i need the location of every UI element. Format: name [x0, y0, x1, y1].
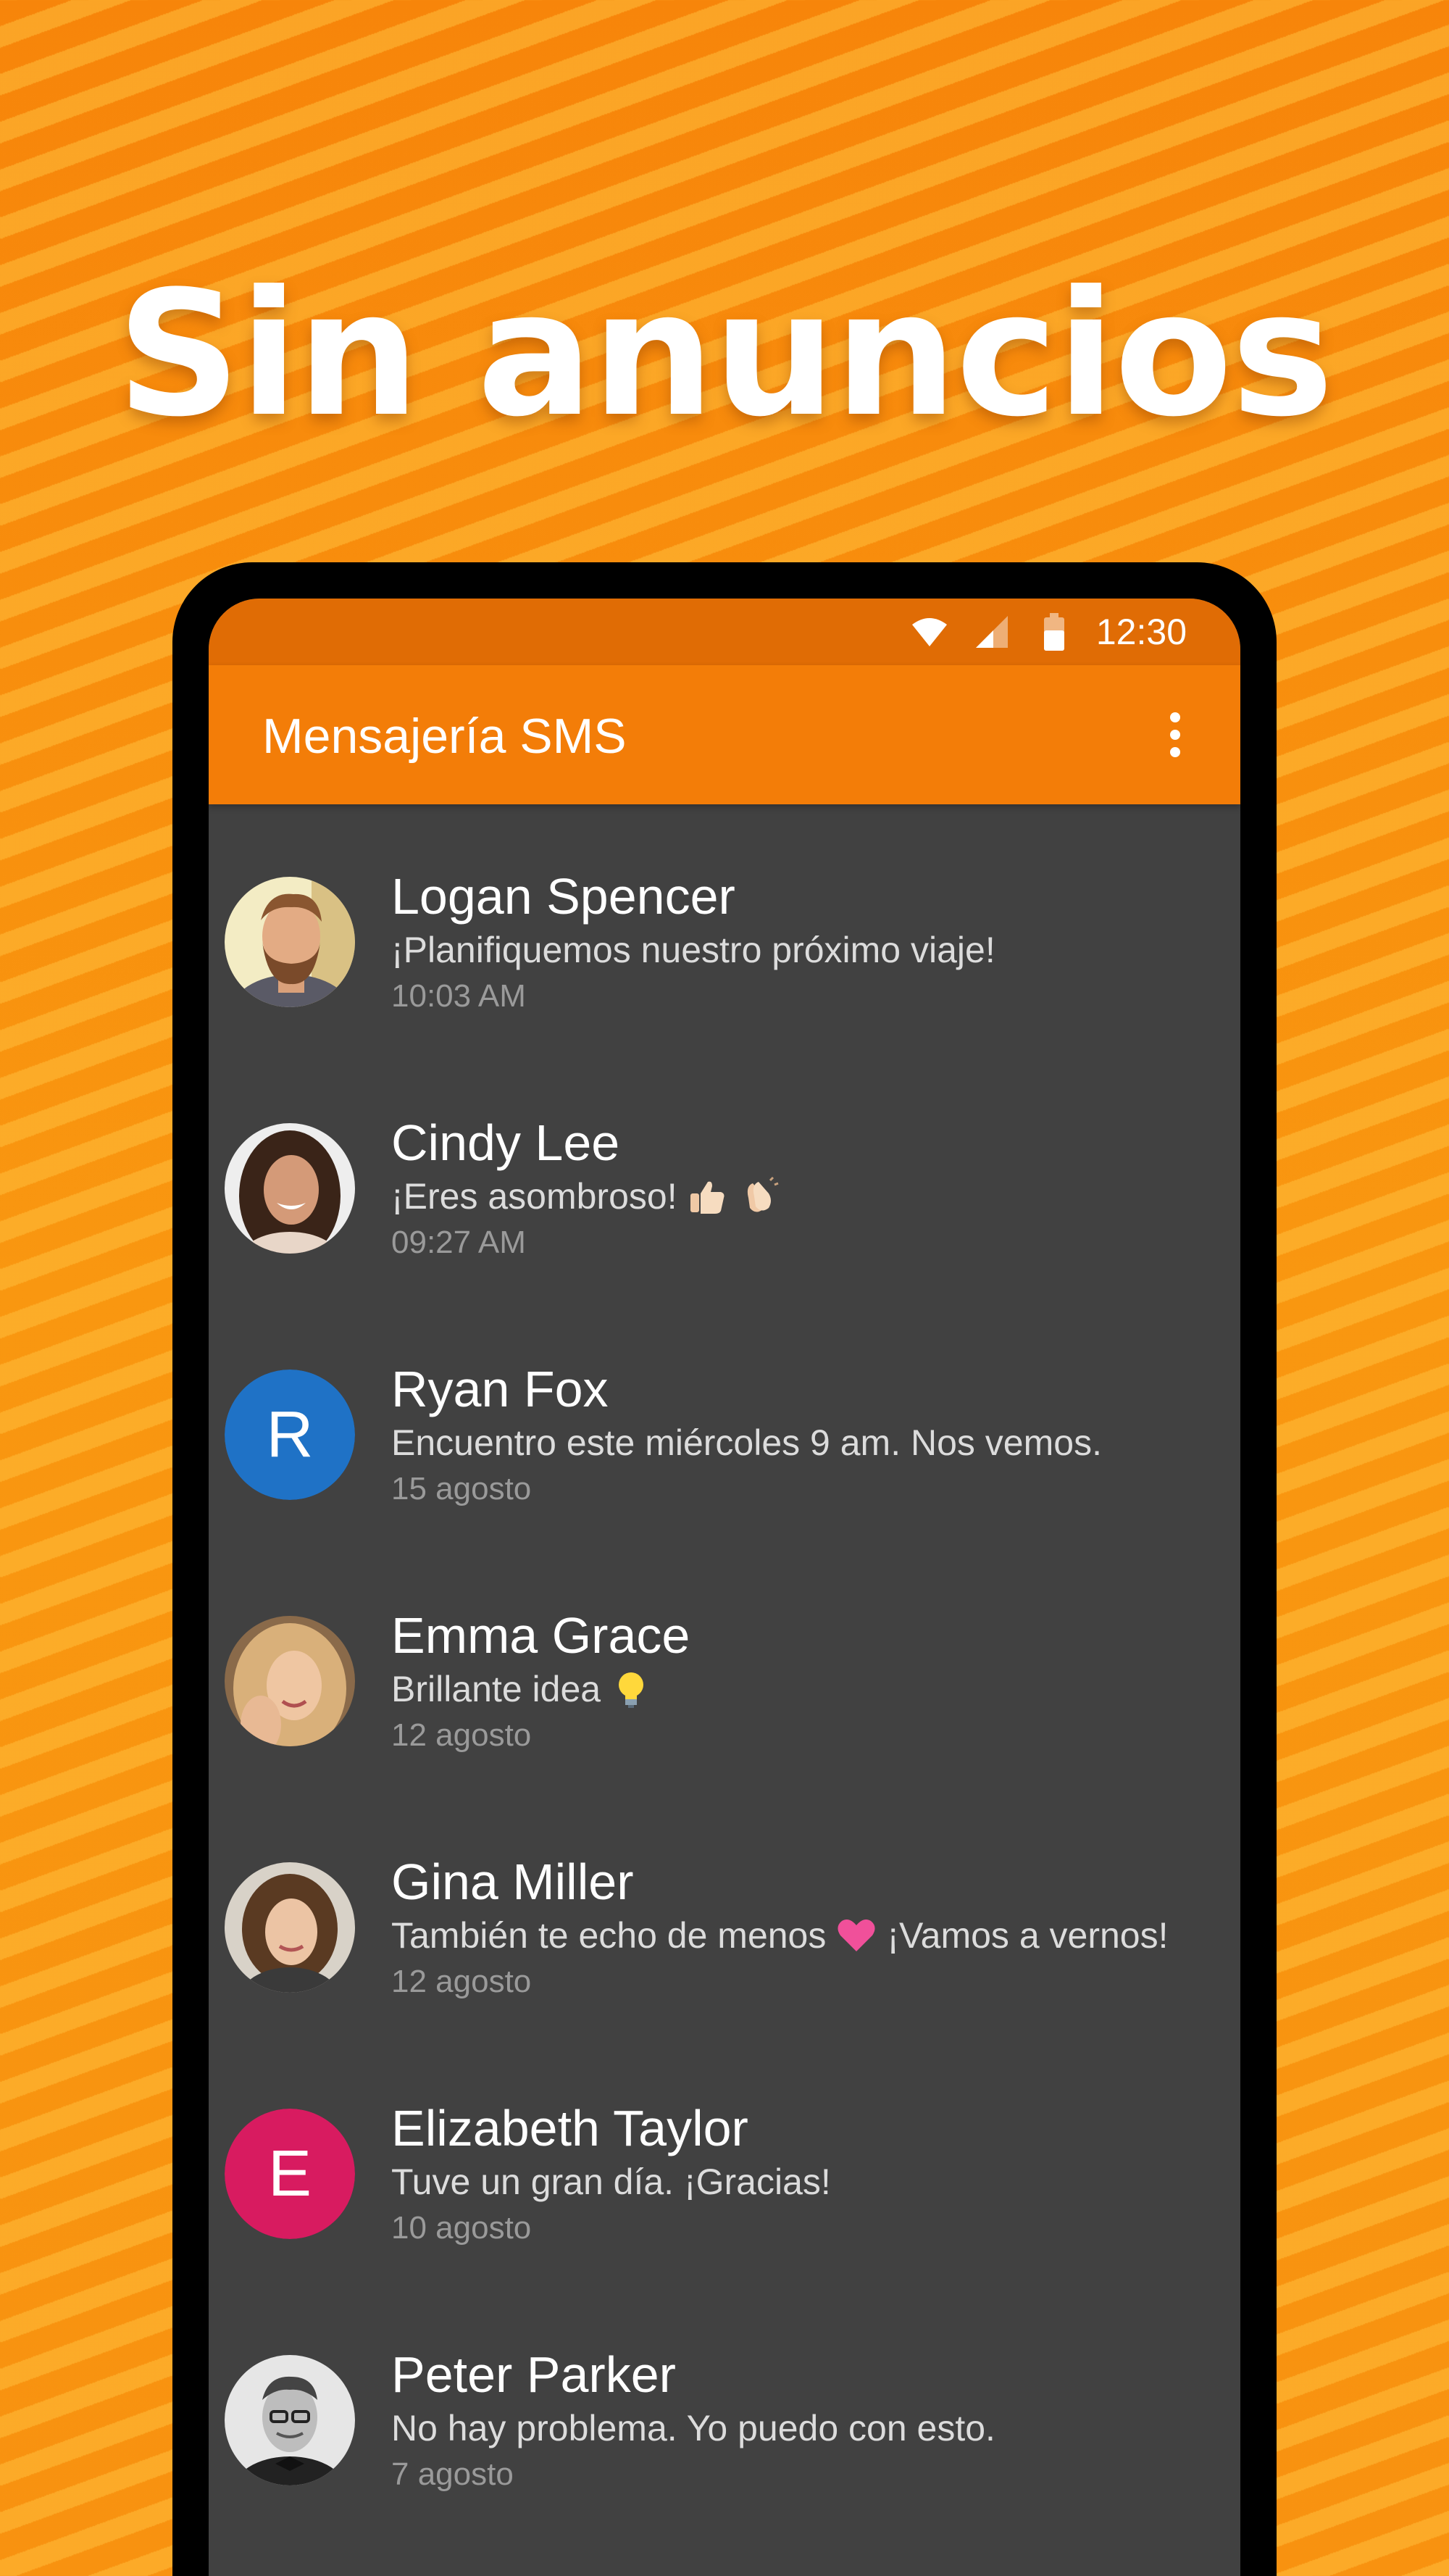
contact-name: Cindy Lee: [391, 1114, 620, 1171]
contact-name: Ryan Fox: [391, 1361, 609, 1417]
conversation-row[interactable]: Logan Spencer ¡Planifiquemos nuestro pró…: [209, 804, 1240, 1051]
avatar: R: [225, 1370, 355, 1500]
app-title: Mensajería SMS: [262, 709, 627, 764]
avatar-letter: E: [225, 2109, 355, 2239]
avatar: E: [225, 2109, 355, 2239]
light-bulb-emoji: [611, 1669, 651, 1709]
heart-emoji: [836, 1915, 877, 1956]
message-preview: ¡Eres asombroso!: [391, 1176, 677, 1217]
contact-name: Emma Grace: [391, 1607, 690, 1664]
conversation-row[interactable]: Peter Parker No hay problema. Yo puedo c…: [209, 2283, 1240, 2529]
avatar-letter: R: [225, 1370, 355, 1500]
thumbs-up-emoji: [688, 1176, 728, 1217]
conversation-row[interactable]: Cindy Lee ¡Eres asombroso! 09:27 AM: [209, 1051, 1240, 1297]
app-bar: Mensajería SMS: [209, 665, 1240, 804]
status-bar: 12:30: [209, 599, 1240, 665]
contact-name: Elizabeth Taylor: [391, 2100, 748, 2156]
conversation-row[interactable]: Gina Miller También te echo de menos ¡Va…: [209, 1790, 1240, 2036]
message-time: 10 agosto: [391, 2210, 532, 2246]
message-time: 10:03 AM: [391, 978, 526, 1014]
status-time: 12:30: [1095, 612, 1187, 652]
avatar: [225, 2355, 355, 2485]
message-time: 12 agosto: [391, 1964, 532, 1999]
message-preview: Encuentro este miércoles 9 am. Nos vemos…: [391, 1422, 1102, 1463]
message-preview: ¡Planifiquemos nuestro próximo viaje!: [391, 930, 995, 970]
clapping-hands-emoji: [738, 1176, 779, 1217]
message-preview: Tuve un gran día. ¡Gracias!: [391, 2162, 831, 2202]
cell-signal-icon: [972, 612, 1012, 652]
more-vert-icon[interactable]: [1153, 706, 1197, 764]
avatar: [225, 877, 355, 1007]
headline: Sin anuncios: [116, 254, 1334, 455]
message-time: 7 agosto: [391, 2456, 514, 2492]
message-time: 09:27 AM: [391, 1225, 526, 1260]
contact-name: Peter Parker: [391, 2346, 676, 2403]
message-time: 15 agosto: [391, 1471, 532, 1506]
conversation-row[interactable]: Emma Grace Brillante idea 12 agosto: [209, 1543, 1240, 1790]
message-preview: También te echo de menos: [391, 1915, 827, 1956]
message-preview-continued: ¡Vamos a vernos!: [887, 1915, 1169, 1956]
avatar: [225, 1862, 355, 1993]
contact-name: Logan Spencer: [391, 868, 735, 925]
conversation-row[interactable]: E Elizabeth Taylor Tuve un gran día. ¡Gr…: [209, 2036, 1240, 2283]
conversation-row[interactable]: R Ryan Fox Encuentro este miércoles 9 am…: [209, 1297, 1240, 1543]
message-time: 12 agosto: [391, 1717, 532, 1753]
contact-name: Gina Miller: [391, 1854, 634, 1910]
phone-screen: 12:30 Mensajería SMS Logan Spencer ¡Plan…: [209, 599, 1240, 2576]
wifi-icon: [909, 612, 950, 652]
message-preview: Brillante idea: [391, 1669, 601, 1709]
message-preview: No hay problema. Yo puedo con esto.: [391, 2408, 995, 2448]
battery-icon: [1034, 612, 1074, 652]
avatar: [225, 1616, 355, 1746]
avatar: [225, 1123, 355, 1254]
phone-frame: 12:30 Mensajería SMS Logan Spencer ¡Plan…: [172, 562, 1277, 2576]
